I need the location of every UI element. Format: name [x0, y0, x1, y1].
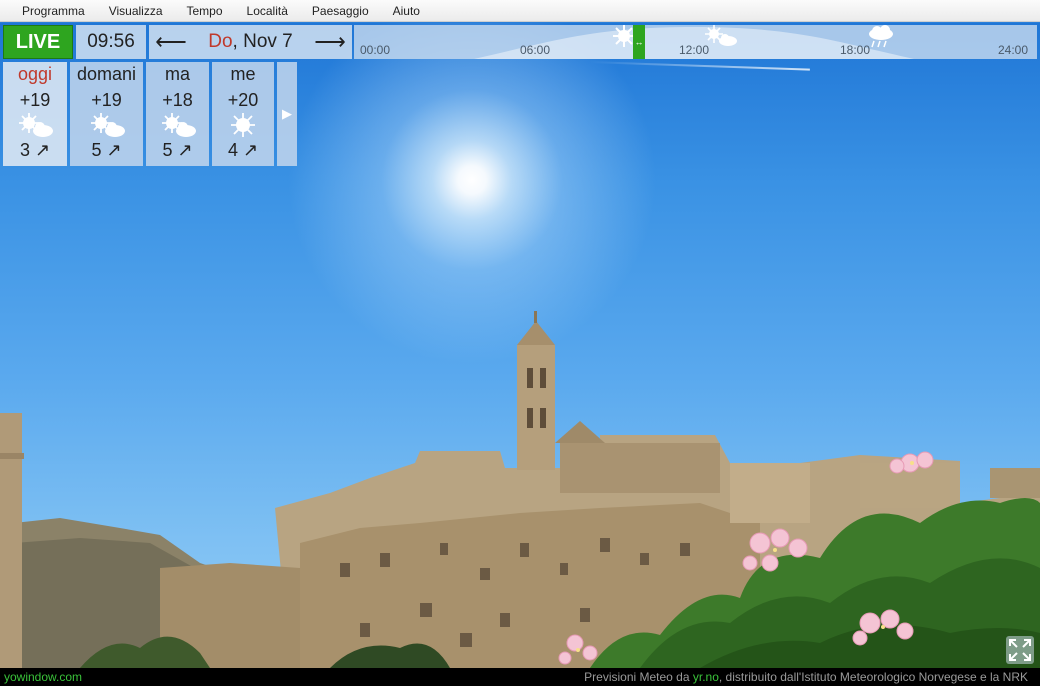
forecast-wind: 3 ↗: [19, 140, 51, 160]
top-bar: LIVE 09:56 ⟵ Do, Nov 7 ⟶ 00:00 06:00 12:…: [3, 25, 1037, 59]
fullscreen-icon[interactable]: [1006, 636, 1034, 664]
status-bar: yowindow.com Previsioni Meteo da yr.no, …: [0, 668, 1040, 686]
forecast-day-name: oggi: [17, 64, 53, 84]
menu-paesaggio[interactable]: Paesaggio: [300, 4, 381, 18]
forecast-day-name: domani: [76, 64, 137, 84]
sun-cloud-icon: [19, 113, 53, 137]
forecast-next-arrow-icon[interactable]: ▶: [277, 62, 297, 166]
cloud-rain-icon: [869, 25, 893, 48]
date-label: Do, Nov 7: [208, 31, 293, 53]
forecast-day-name: ma: [164, 64, 190, 84]
menu-programma[interactable]: Programma: [10, 4, 97, 18]
credit-suffix: , distribuito dall'Istituto Meteorologic…: [718, 670, 1028, 684]
menu-bar: Programma Visualizza Tempo Località Paes…: [0, 0, 1040, 22]
sun-cloud-icon: [90, 113, 125, 137]
forecast-wind: 5 ↗: [162, 140, 193, 160]
forecast-day-tomorrow[interactable]: domani +19 5 ↗: [70, 62, 143, 166]
timeline-tick: 06:00: [520, 43, 551, 57]
next-day-arrow-icon[interactable]: ⟶: [314, 29, 346, 55]
timeline-tick: 00:00: [360, 43, 391, 57]
current-time: 09:56: [76, 25, 146, 59]
date-value: , Nov 7: [232, 31, 293, 52]
day-timeline[interactable]: 00:00 06:00 12:00 18:00 24:00 ↔: [354, 25, 1037, 59]
forecast-temp: +18: [162, 90, 193, 110]
timeline-handle[interactable]: ↔: [633, 25, 645, 59]
forecast-temp: +19: [19, 90, 51, 110]
menu-aiuto[interactable]: Aiuto: [381, 4, 432, 18]
menu-localita[interactable]: Località: [235, 4, 300, 18]
forecast-day-today[interactable]: oggi +19 3 ↗: [3, 62, 67, 166]
sun-icon: [231, 113, 255, 137]
forecast-wind: 5 ↗: [91, 140, 122, 160]
date-navigator: ⟵ Do, Nov 7 ⟶: [149, 25, 352, 59]
site-link[interactable]: yowindow.com: [4, 670, 82, 684]
credit-prefix: Previsioni Meteo da: [584, 670, 690, 684]
timeline-tick: 24:00: [998, 43, 1029, 57]
forecast-wind: 4 ↗: [227, 140, 259, 160]
menu-visualizza[interactable]: Visualizza: [97, 4, 175, 18]
forecast-day-name: me: [230, 64, 256, 84]
sun-cloud-icon: [161, 113, 196, 137]
menu-tempo[interactable]: Tempo: [175, 4, 235, 18]
forecast-day-wednesday[interactable]: me +20 4 ↗: [212, 62, 274, 166]
credit-text: Previsioni Meteo da yr.no, distribuito d…: [584, 670, 1028, 684]
sun-cloud-icon: [705, 25, 737, 46]
forecast-temp: +20: [227, 90, 259, 110]
live-button[interactable]: LIVE: [3, 25, 73, 59]
prev-day-arrow-icon[interactable]: ⟵: [155, 29, 187, 55]
day-of-week: Do: [208, 31, 233, 52]
forecast-day-tuesday[interactable]: ma +18 5 ↗: [146, 62, 209, 166]
yr-link[interactable]: yr.no: [693, 670, 719, 684]
forecast-temp: +19: [91, 90, 122, 110]
forecast-panel: oggi +19 3 ↗ domani +19 5 ↗ ma +18 5 ↗ m…: [3, 62, 298, 166]
